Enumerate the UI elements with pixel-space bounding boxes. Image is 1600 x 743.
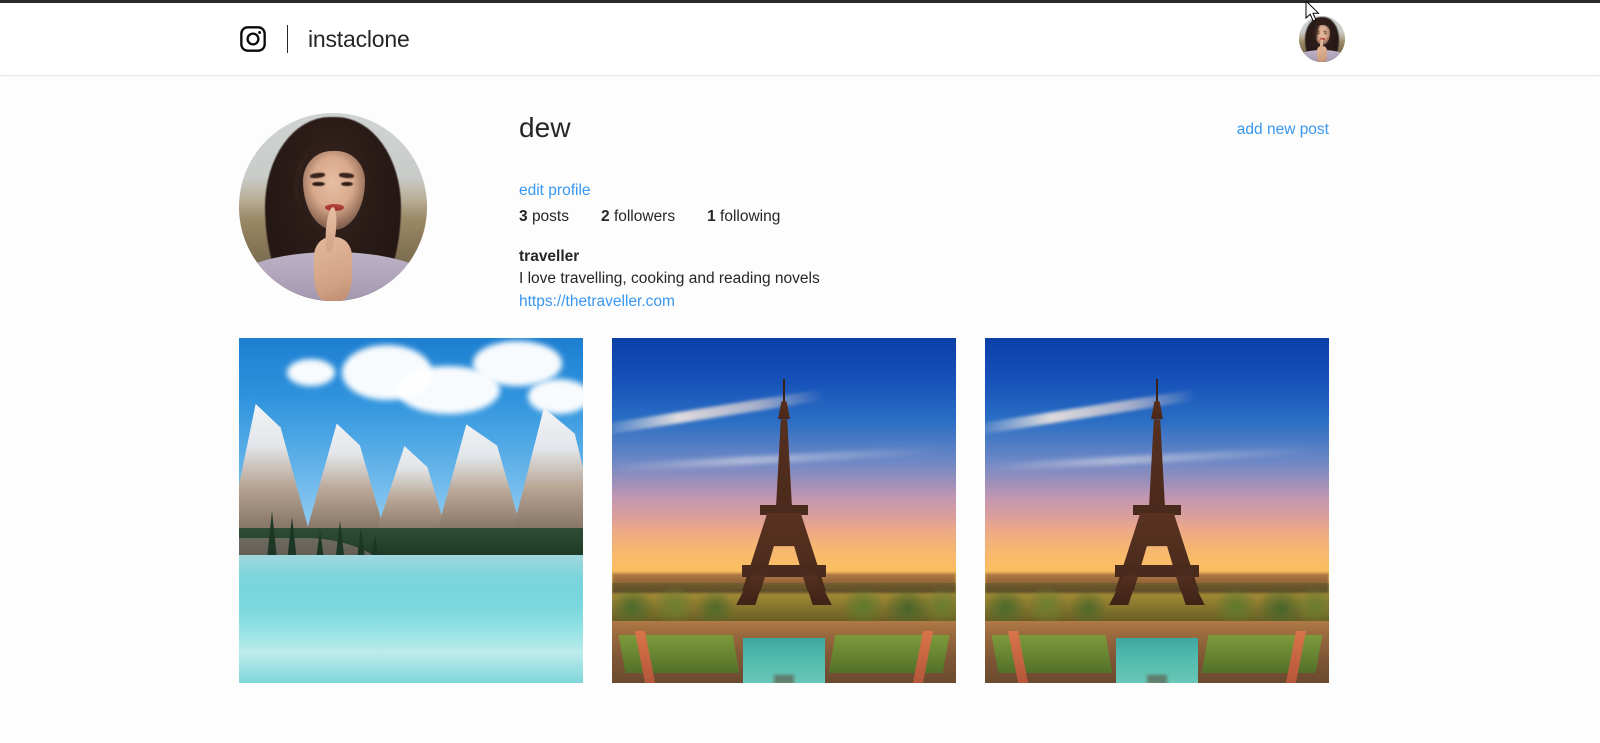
bio-description: I love travelling, cooking and reading n… [519,270,820,288]
avatar-portrait-image [1299,16,1345,62]
profile-portrait-image [239,113,427,301]
post-thumbnail[interactable] [985,338,1329,683]
bio-website-link[interactable]: https://thetraveller.com [519,291,1219,313]
brand-divider [287,25,288,53]
stat-following[interactable]: 1 following [707,208,780,226]
add-new-post-link[interactable]: add new post [1237,121,1329,139]
profile-info: dew edit profile 3 posts 2 followers 1 f… [519,113,1219,313]
profile-bio: traveller I love travelling, cooking and… [519,246,1219,313]
instagram-camera-icon[interactable] [239,25,267,53]
page-title: dew [519,112,571,143]
mountain-lake-image [239,338,583,683]
app-header: instaclone [0,3,1600,76]
stat-followers-label: followers [613,207,676,225]
post-thumbnail[interactable] [612,338,956,683]
eiffel-tower-image [985,338,1329,683]
brand[interactable]: instaclone [239,3,410,75]
brand-name: instaclone [308,25,410,52]
post-thumbnail[interactable] [239,338,583,683]
stat-posts: 3 posts [519,208,569,226]
stat-followers-count: 2 [601,207,610,225]
posts-grid [239,338,1329,683]
stat-following-label: following [720,207,781,225]
header-avatar[interactable] [1299,16,1345,62]
profile-avatar[interactable] [239,113,427,301]
stat-following-count: 1 [707,207,716,225]
stat-followers[interactable]: 2 followers [601,208,675,226]
eiffel-tower-image [612,338,956,683]
edit-profile-link[interactable]: edit profile [519,182,1219,201]
profile-stats: 3 posts 2 followers 1 following [519,208,1219,226]
profile-section: dew edit profile 3 posts 2 followers 1 f… [239,113,1329,310]
bio-display-name: traveller [519,247,580,265]
stat-posts-label: posts [531,207,569,225]
stat-posts-count: 3 [519,207,528,225]
